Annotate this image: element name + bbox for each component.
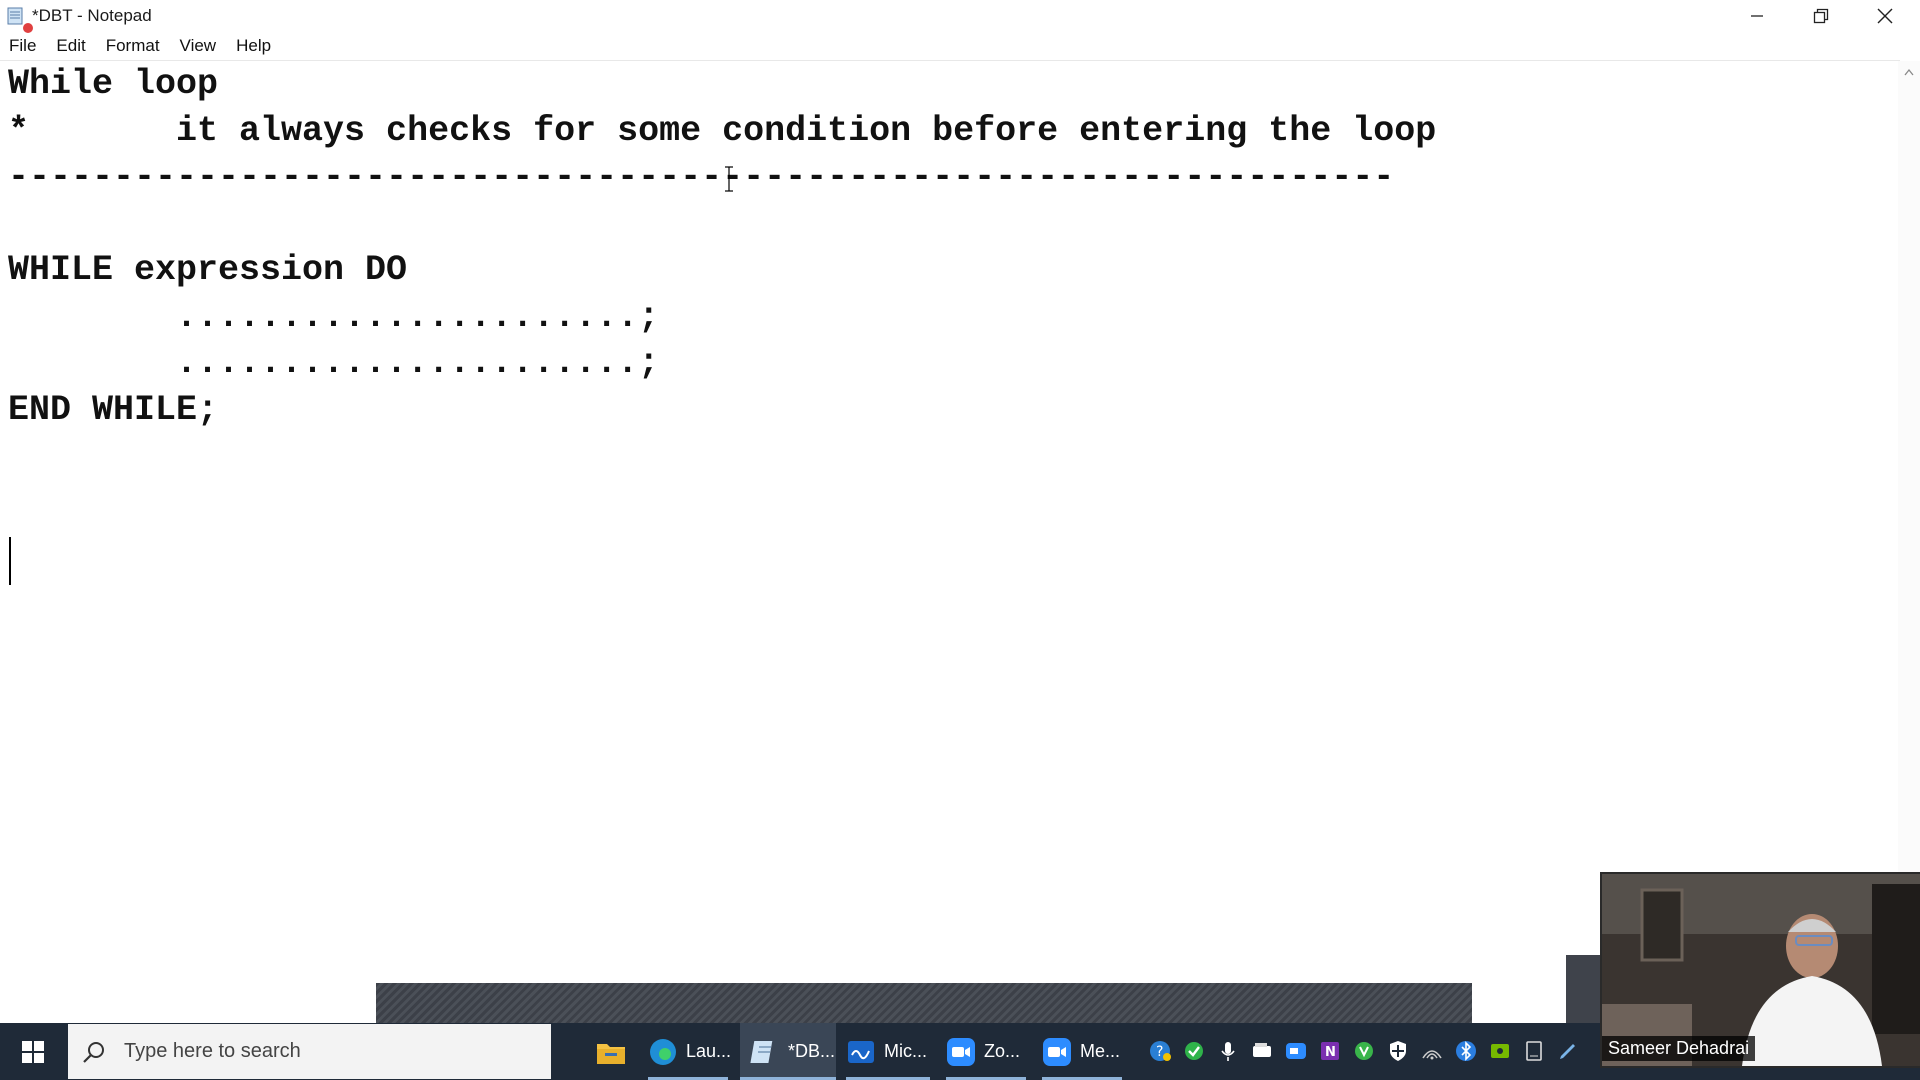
check-icon[interactable] xyxy=(1182,1039,1206,1063)
minimize-button[interactable] xyxy=(1726,0,1788,32)
notepad-icon xyxy=(750,1040,773,1063)
text-caret xyxy=(9,537,11,585)
taskbar-search[interactable]: Type here to search xyxy=(68,1024,551,1079)
taskbar-app-label: Lau... xyxy=(686,1041,732,1061)
microphone-icon[interactable] xyxy=(1216,1039,1240,1063)
menu-view[interactable]: View xyxy=(170,32,227,60)
search-placeholder: Type here to search xyxy=(124,1040,301,1062)
menu-edit[interactable]: Edit xyxy=(46,32,95,60)
shield-icon[interactable] xyxy=(1386,1039,1410,1063)
editor-content: While loop * it always checks for some c… xyxy=(8,64,1437,430)
menu-help[interactable]: Help xyxy=(226,32,281,60)
taskbar-app-edge[interactable]: Lau... xyxy=(644,1023,736,1080)
taskbar-app-label: *DB... xyxy=(788,1041,836,1061)
close-icon xyxy=(1877,8,1893,24)
menu-file[interactable]: File xyxy=(0,32,46,60)
taskbar-app-zoom-meeting[interactable]: Me... xyxy=(1040,1023,1128,1080)
folder-icon xyxy=(597,1043,625,1064)
card-icon[interactable] xyxy=(1250,1039,1274,1063)
edge-browser-icon xyxy=(650,1038,676,1065)
svg-text:N: N xyxy=(1325,1045,1336,1060)
menu-bar: File Edit Format View Help xyxy=(0,32,1920,60)
taskbar-app-zoom[interactable]: Zo... xyxy=(944,1023,1032,1080)
bluetooth-icon[interactable] xyxy=(1454,1039,1478,1063)
taskbar-app-notepad[interactable]: *DB... xyxy=(740,1023,836,1080)
taskbar-app-label: Mic... xyxy=(884,1041,927,1061)
wifi-icon[interactable] xyxy=(1420,1039,1444,1063)
screen-share-bar xyxy=(376,983,1472,1024)
restore-button[interactable] xyxy=(1790,0,1852,32)
zoom-icon xyxy=(947,1037,975,1066)
help-icon[interactable]: ? xyxy=(1148,1039,1172,1063)
zoom-meeting-icon xyxy=(1043,1037,1071,1066)
title-bar: *DBT - Notepad xyxy=(0,0,1920,33)
onenote-icon[interactable]: N xyxy=(1318,1039,1342,1063)
update-icon[interactable] xyxy=(1352,1039,1376,1063)
zoom-icon[interactable] xyxy=(1284,1039,1308,1063)
device-icon[interactable] xyxy=(1522,1039,1546,1063)
minimize-icon xyxy=(1751,15,1763,17)
restore-icon xyxy=(1813,8,1829,24)
close-button[interactable] xyxy=(1854,0,1916,32)
nvidia-icon[interactable] xyxy=(1488,1039,1512,1063)
search-icon xyxy=(83,1042,104,1063)
taskbar-file-explorer[interactable] xyxy=(586,1023,636,1080)
system-tray: ? N xyxy=(1148,1037,1590,1065)
taskbar-app-label: Zo... xyxy=(984,1041,1021,1061)
menu-format[interactable]: Format xyxy=(96,32,170,60)
pen-icon[interactable] xyxy=(1556,1039,1580,1063)
start-button[interactable] xyxy=(0,1023,66,1080)
taskbar-app-label: Me... xyxy=(1080,1041,1121,1061)
participant-name-label: Sameer Dehadrai xyxy=(1602,1036,1756,1061)
taskbar-app-whiteboard[interactable]: Mic... xyxy=(844,1023,936,1080)
whiteboard-icon xyxy=(848,1040,874,1063)
scroll-up-arrow-icon[interactable] xyxy=(1904,68,1914,76)
window-title: *DBT - Notepad xyxy=(32,6,152,25)
svg-text:?: ? xyxy=(1156,1044,1163,1060)
ibeam-cursor-icon xyxy=(725,166,733,192)
windows-logo-icon xyxy=(22,1040,44,1063)
